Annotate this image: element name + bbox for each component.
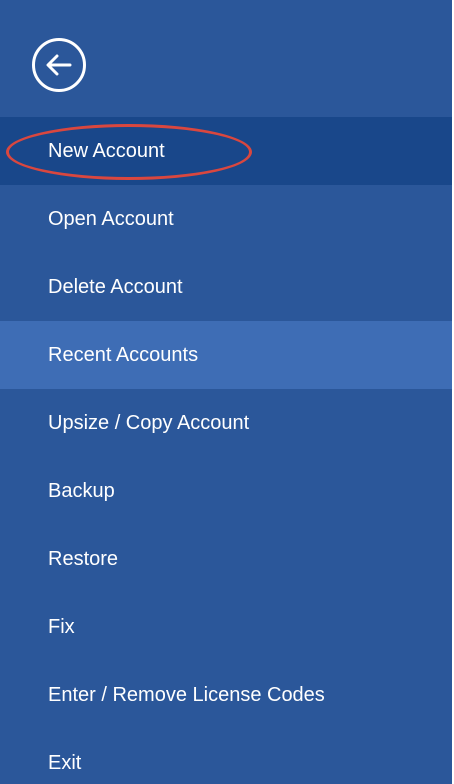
menu-item-fix[interactable]: Fix xyxy=(0,593,452,661)
menu-item-label: Recent Accounts xyxy=(48,343,199,366)
menu-item-new-account[interactable]: New Account xyxy=(0,117,452,185)
menu-item-upsize-copy-account[interactable]: Upsize / Copy Account xyxy=(0,389,452,457)
menu-item-label: Upsize / Copy Account xyxy=(48,411,250,434)
menu-item-delete-account[interactable]: Delete Account xyxy=(0,253,452,321)
menu-item-label: Exit xyxy=(48,751,82,774)
menu-item-recent-accounts[interactable]: Recent Accounts xyxy=(0,321,452,389)
menu-item-label: New Account xyxy=(48,139,165,162)
menu-item-label: Backup xyxy=(48,479,115,502)
arrow-left-icon xyxy=(46,54,72,76)
backstage-panel: New Account Open Account Delete Account … xyxy=(0,0,452,784)
menu-item-backup[interactable]: Backup xyxy=(0,457,452,525)
menu-item-exit[interactable]: Exit xyxy=(0,729,452,784)
menu-item-restore[interactable]: Restore xyxy=(0,525,452,593)
menu-item-label: Enter / Remove License Codes xyxy=(48,683,325,706)
menu-item-license-codes[interactable]: Enter / Remove License Codes xyxy=(0,661,452,729)
menu-item-label: Delete Account xyxy=(48,275,183,298)
menu-item-label: Restore xyxy=(48,547,119,570)
menu-item-label: Fix xyxy=(48,615,75,638)
backstage-menu: New Account Open Account Delete Account … xyxy=(0,117,452,784)
menu-item-label: Open Account xyxy=(48,207,174,230)
menu-item-open-account[interactable]: Open Account xyxy=(0,185,452,253)
back-button[interactable] xyxy=(32,38,86,92)
